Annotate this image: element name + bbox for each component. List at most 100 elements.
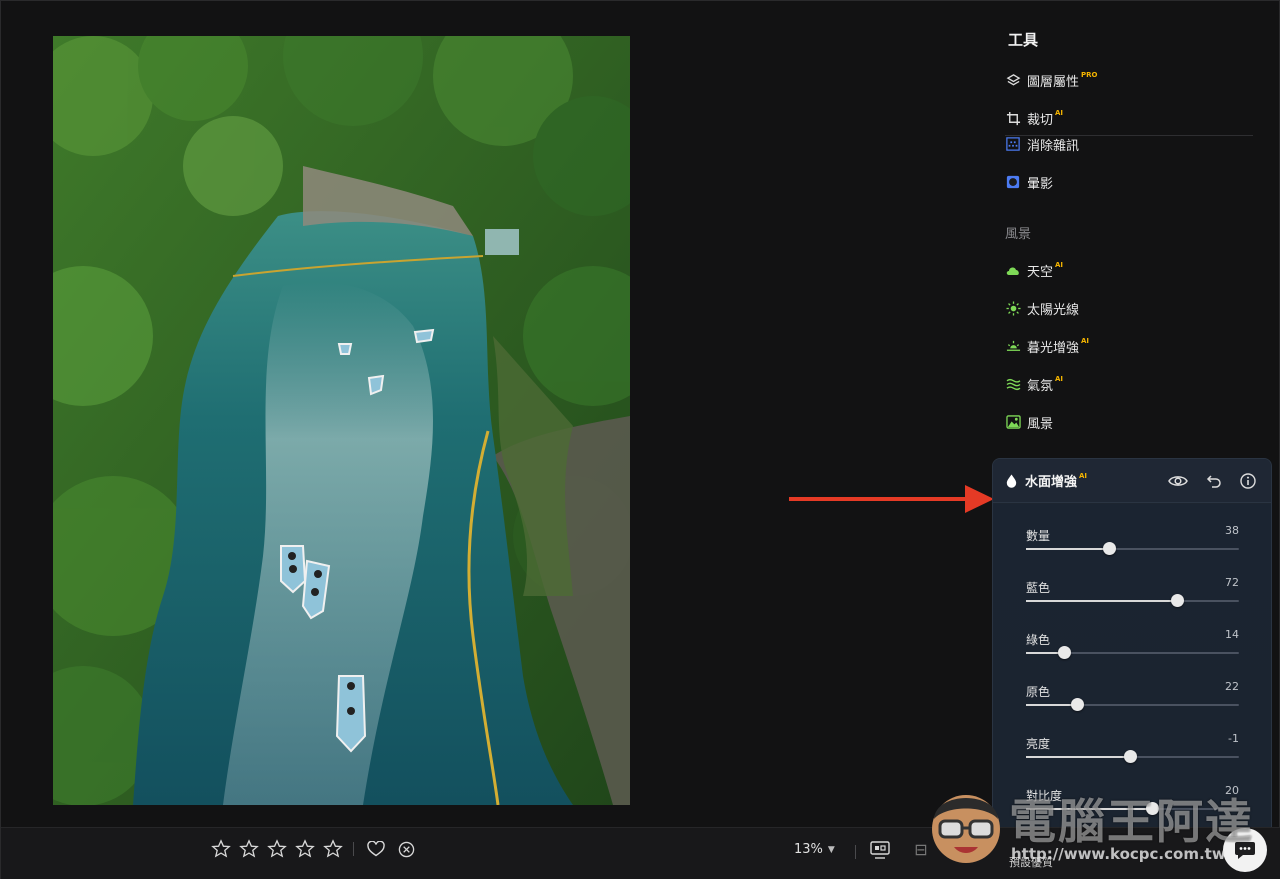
- tool-layer-properties[interactable]: 圖層屬性 PRO: [1005, 69, 1098, 91]
- slider-label: 綠色: [1026, 633, 1051, 647]
- tool-label: 暈影: [1027, 176, 1054, 192]
- slider-fill: [1026, 808, 1152, 810]
- tool-label: 氣氛: [1027, 378, 1054, 394]
- toolbar-separator: [855, 845, 856, 859]
- preset-label: 預設優質: [1009, 856, 1053, 869]
- tool-label: 消除雜訊: [1027, 138, 1080, 154]
- slider-label: 原色: [1026, 685, 1051, 699]
- annotation-arrow: [789, 485, 994, 513]
- chevron-down-icon: ▼: [827, 844, 835, 855]
- slider-knob[interactable]: [1124, 750, 1138, 763]
- info-icon[interactable]: [1238, 471, 1258, 491]
- waves-icon: [1005, 376, 1021, 392]
- eye-icon[interactable]: [1168, 471, 1188, 491]
- compare-view-icon[interactable]: [869, 839, 891, 861]
- ai-badge: AI: [1055, 109, 1064, 117]
- sunset-icon: [1005, 338, 1021, 354]
- tools-panel: 工具 圖層屬性 PRO 裁切 AI 消除雜訊 暈影 風景 天空 AI 太陽光線 …: [991, 1, 1280, 838]
- landscape-image-icon: [1005, 414, 1021, 430]
- slider-knob[interactable]: [1071, 698, 1085, 711]
- ai-badge: AI: [1055, 261, 1064, 269]
- tool-label: 暮光增強: [1027, 340, 1080, 356]
- layers-icon: [1005, 72, 1021, 88]
- photo-canvas[interactable]: [53, 36, 630, 805]
- star-icon[interactable]: [239, 839, 259, 859]
- reject-icon[interactable]: [396, 839, 416, 859]
- slider-label: 亮度: [1026, 737, 1051, 751]
- tool-label: 風景: [1027, 416, 1054, 432]
- slider-fill: [1026, 704, 1078, 706]
- slider-value: 14: [1225, 628, 1239, 641]
- toolbar-separator: [353, 842, 354, 856]
- sun-icon: [1005, 300, 1021, 316]
- tool-crop[interactable]: 裁切 AI: [1005, 107, 1063, 129]
- star-icon[interactable]: [211, 839, 231, 859]
- ai-badge: AI: [1081, 337, 1090, 345]
- slider-value: 72: [1225, 576, 1239, 589]
- tool-denoise[interactable]: 消除雜訊: [1005, 133, 1079, 155]
- undo-icon[interactable]: [1204, 471, 1224, 491]
- slider-blue[interactable]: 藍色 72: [1026, 576, 1239, 619]
- tool-vignette[interactable]: 暈影: [1005, 171, 1053, 193]
- rating-stars: [211, 839, 426, 859]
- star-icon[interactable]: [323, 839, 343, 859]
- slider-label: 藍色: [1026, 581, 1051, 595]
- split-view-icon[interactable]: ⊟: [910, 839, 932, 861]
- section-label-landscape: 風景: [1005, 227, 1032, 242]
- slider-fill: [1026, 600, 1178, 602]
- cloud-icon: [1005, 262, 1021, 278]
- slider-label: 數量: [1026, 529, 1051, 543]
- slider-knob[interactable]: [1145, 802, 1159, 815]
- slider-value: 22: [1225, 680, 1239, 693]
- tool-label: 裁切: [1027, 112, 1054, 128]
- slider-contrast[interactable]: 對比度 20: [1026, 784, 1239, 827]
- slider-fill: [1026, 548, 1110, 550]
- slider-value: 38: [1225, 524, 1239, 537]
- water-enhance-label: 水面增強: [1025, 475, 1078, 490]
- tool-landscape[interactable]: 風景: [1005, 411, 1053, 433]
- star-icon[interactable]: [267, 839, 287, 859]
- zoom-value: 13%: [794, 842, 823, 857]
- slider-track[interactable]: [1026, 646, 1239, 659]
- panel-title: 工具: [1008, 31, 1039, 49]
- slider-track[interactable]: [1026, 542, 1239, 555]
- zoom-dropdown[interactable]: 13% ▼: [794, 842, 835, 857]
- star-icon[interactable]: [295, 839, 315, 859]
- tool-sunrays[interactable]: 太陽光線: [1005, 297, 1079, 319]
- bottom-toolbar: 13% ▼ ⊟ 預設優質: [1, 827, 1280, 879]
- photo-image: [53, 36, 630, 805]
- ai-badge: AI: [1055, 375, 1064, 383]
- tool-label: 圖層屬性: [1027, 74, 1080, 90]
- water-enhance-card: 水面增強 AI 數量 38 藍色 72 綠色 14 原色 22 亮度 -1 對比…: [992, 458, 1272, 838]
- tool-atmosphere[interactable]: 氣氛 AI: [1005, 373, 1063, 395]
- pro-badge: PRO: [1081, 71, 1098, 79]
- slider-label: 對比度: [1026, 789, 1063, 803]
- vignette-icon: [1005, 174, 1021, 190]
- slider-amount[interactable]: 數量 38: [1026, 524, 1239, 567]
- slider-value: -1: [1228, 732, 1239, 745]
- app-window: 工具 圖層屬性 PRO 裁切 AI 消除雜訊 暈影 風景 天空 AI 太陽光線 …: [0, 0, 1280, 879]
- water-enhance-sliders: 數量 38 藍色 72 綠色 14 原色 22 亮度 -1 對比度 20: [993, 504, 1271, 837]
- slider-original-color[interactable]: 原色 22: [1026, 680, 1239, 723]
- tool-label: 天空: [1027, 264, 1054, 280]
- slider-track[interactable]: [1026, 594, 1239, 607]
- tool-sky[interactable]: 天空 AI: [1005, 259, 1063, 281]
- tool-golden-hour[interactable]: 暮光增強 AI: [1005, 335, 1089, 357]
- water-drop-icon: [1006, 474, 1017, 488]
- ai-badge: AI: [1079, 471, 1088, 480]
- slider-track[interactable]: [1026, 750, 1239, 763]
- noise-icon: [1005, 136, 1021, 152]
- slider-brightness[interactable]: 亮度 -1: [1026, 732, 1239, 775]
- slider-knob[interactable]: [1103, 542, 1117, 555]
- heart-icon[interactable]: [366, 839, 386, 859]
- tool-label: 太陽光線: [1027, 302, 1080, 318]
- slider-track[interactable]: [1026, 698, 1239, 711]
- crop-icon: [1005, 110, 1021, 126]
- slider-track[interactable]: [1026, 802, 1239, 815]
- slider-knob[interactable]: [1171, 594, 1185, 607]
- slider-knob[interactable]: [1058, 646, 1072, 659]
- chat-icon[interactable]: [1223, 828, 1267, 872]
- slider-value: 20: [1225, 784, 1239, 797]
- water-enhance-header[interactable]: 水面增強 AI: [993, 459, 1271, 503]
- slider-green[interactable]: 綠色 14: [1026, 628, 1239, 671]
